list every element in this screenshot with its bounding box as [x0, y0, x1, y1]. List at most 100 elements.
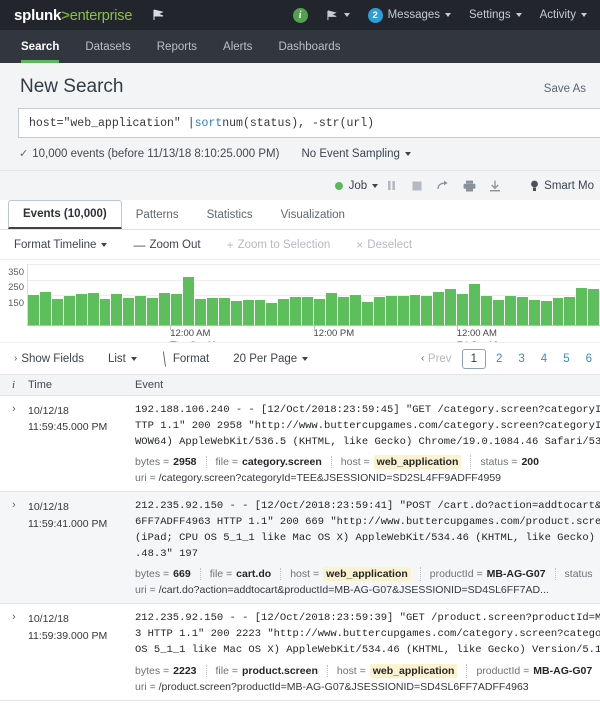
- deselect-button[interactable]: × Deselect: [356, 238, 412, 252]
- chart-bar[interactable]: [326, 293, 338, 325]
- tab-statistics[interactable]: Statistics: [193, 200, 267, 229]
- chart-bar[interactable]: [564, 297, 576, 325]
- chart-bar[interactable]: [505, 296, 517, 325]
- pause-icon[interactable]: [378, 171, 404, 201]
- event-time[interactable]: 10/12/1811:59:39.000 PM: [28, 611, 135, 692]
- event-uri[interactable]: uri = /product.screen?productId=MB-AG-G0…: [135, 681, 600, 693]
- event-field[interactable]: file =category.screen: [216, 456, 332, 468]
- print-icon[interactable]: [456, 171, 482, 201]
- chart-bar[interactable]: [219, 298, 231, 325]
- event-field[interactable]: status =200: [480, 456, 548, 468]
- tab-visualization[interactable]: Visualization: [267, 200, 359, 229]
- nav-tab-dashboards[interactable]: Dashboards: [265, 30, 353, 63]
- chart-bar[interactable]: [195, 299, 207, 325]
- event-field[interactable]: file =cart.do: [210, 568, 282, 580]
- chart-bar[interactable]: [40, 292, 52, 325]
- page-button-1[interactable]: 1: [462, 349, 486, 369]
- field-value[interactable]: web_application: [370, 664, 458, 678]
- chart-bar[interactable]: [302, 297, 314, 325]
- event-field[interactable]: productId =MB-AG-G07: [430, 568, 556, 580]
- chart-bar[interactable]: [457, 294, 469, 325]
- field-value[interactable]: web_application: [323, 567, 411, 581]
- format-button[interactable]: ╱ Format: [161, 352, 209, 366]
- chart-plot-area[interactable]: [27, 264, 600, 326]
- column-header-event[interactable]: Event: [135, 379, 600, 391]
- event-field[interactable]: bytes =2223: [135, 665, 207, 677]
- chart-bar[interactable]: [433, 292, 445, 325]
- event-field[interactable]: host =web_application: [341, 455, 472, 469]
- nav-tab-reports[interactable]: Reports: [144, 30, 210, 63]
- chart-bar[interactable]: [410, 295, 422, 325]
- chart-bar[interactable]: [362, 302, 374, 325]
- chart-bar[interactable]: [386, 296, 398, 325]
- chart-bar[interactable]: [159, 293, 171, 325]
- field-value[interactable]: cart.do: [236, 568, 271, 580]
- job-menu-button[interactable]: Job: [335, 180, 379, 192]
- event-time[interactable]: 10/12/1811:59:45.000 PM: [28, 403, 135, 484]
- chart-bar[interactable]: [398, 296, 410, 325]
- event-field[interactable]: host =web_application: [337, 664, 468, 678]
- chart-bar[interactable]: [338, 297, 350, 325]
- nav-tab-alerts[interactable]: Alerts: [210, 30, 265, 63]
- events-timeline-chart[interactable]: 350250150 12:00 AMThu Oct 11201812:00 PM…: [0, 260, 600, 342]
- chart-bar[interactable]: [493, 300, 505, 325]
- event-time[interactable]: 10/12/1811:59:41.000 PM: [28, 499, 135, 596]
- event-uri[interactable]: uri = /cart.do?action=addtocart&productI…: [135, 584, 600, 596]
- chart-bar[interactable]: [481, 296, 493, 325]
- messages-menu[interactable]: 2 Messages: [359, 0, 460, 30]
- zoom-to-selection-button[interactable]: + Zoom to Selection: [227, 238, 331, 252]
- field-value[interactable]: 669: [173, 568, 191, 580]
- event-field[interactable]: bytes =669: [135, 568, 201, 580]
- chart-bar[interactable]: [28, 295, 40, 325]
- column-header-time[interactable]: Time: [28, 379, 135, 391]
- chart-bar[interactable]: [88, 293, 100, 325]
- per-page-dropdown[interactable]: 20 Per Page: [233, 353, 308, 365]
- chart-bar[interactable]: [111, 294, 123, 325]
- nav-tab-search[interactable]: Search: [8, 30, 72, 63]
- nav-tab-datasets[interactable]: Datasets: [72, 30, 143, 63]
- field-value[interactable]: MB-AG-G07: [533, 665, 592, 677]
- chart-bar[interactable]: [553, 298, 565, 325]
- chart-bar[interactable]: [541, 301, 553, 325]
- chart-bar[interactable]: [445, 289, 457, 325]
- share-icon[interactable]: [430, 171, 456, 201]
- chart-bar[interactable]: [517, 297, 529, 325]
- format-timeline-dropdown[interactable]: Format Timeline: [14, 239, 107, 251]
- expand-row-icon[interactable]: ›: [0, 611, 28, 692]
- find-flag-button[interactable]: [317, 0, 359, 30]
- show-fields-button[interactable]: › Show Fields: [14, 353, 84, 365]
- chart-bar[interactable]: [243, 300, 255, 325]
- chart-bar[interactable]: [469, 284, 481, 325]
- chart-bar[interactable]: [266, 303, 278, 325]
- expand-row-icon[interactable]: ›: [0, 403, 28, 484]
- chart-bar[interactable]: [576, 288, 588, 325]
- event-sampling-dropdown[interactable]: No Event Sampling: [301, 148, 410, 160]
- page-button-2[interactable]: 2: [488, 353, 510, 365]
- expand-row-icon[interactable]: ›: [0, 499, 28, 596]
- chart-bar[interactable]: [123, 298, 135, 325]
- list-view-dropdown[interactable]: List: [108, 353, 137, 365]
- chart-bar[interactable]: [76, 294, 88, 325]
- field-value[interactable]: MB-AG-G07: [487, 568, 546, 580]
- chart-bar[interactable]: [314, 299, 326, 325]
- page-button-3[interactable]: 3: [510, 353, 532, 365]
- event-uri[interactable]: uri = /category.screen?categoryId=TEE&JS…: [135, 472, 600, 484]
- tab-patterns[interactable]: Patterns: [122, 200, 193, 229]
- field-value[interactable]: 200: [521, 456, 539, 468]
- save-as-button[interactable]: Save As: [544, 76, 586, 95]
- search-mode-selector[interactable]: Smart Mo: [530, 180, 596, 192]
- chart-bar[interactable]: [231, 301, 243, 325]
- prev-page-button[interactable]: › Prev: [413, 353, 460, 365]
- chart-bar[interactable]: [588, 289, 600, 325]
- download-icon[interactable]: [482, 171, 508, 201]
- event-field[interactable]: productId =MB-AG-G07: [476, 665, 600, 677]
- table-row[interactable]: ›10/12/1811:59:39.000 PM212.235.92.150 -…: [0, 604, 600, 700]
- chart-bar[interactable]: [290, 297, 302, 325]
- page-button-6[interactable]: 6: [578, 353, 600, 365]
- activity-menu[interactable]: Activity: [531, 0, 596, 30]
- event-field[interactable]: file =product.screen: [216, 665, 328, 677]
- search-query-input[interactable]: host="web_application" | sort num(status…: [18, 108, 600, 138]
- field-value[interactable]: product.screen: [242, 665, 318, 677]
- chart-bar[interactable]: [421, 296, 433, 325]
- zoom-out-button[interactable]: — Zoom Out: [133, 238, 200, 252]
